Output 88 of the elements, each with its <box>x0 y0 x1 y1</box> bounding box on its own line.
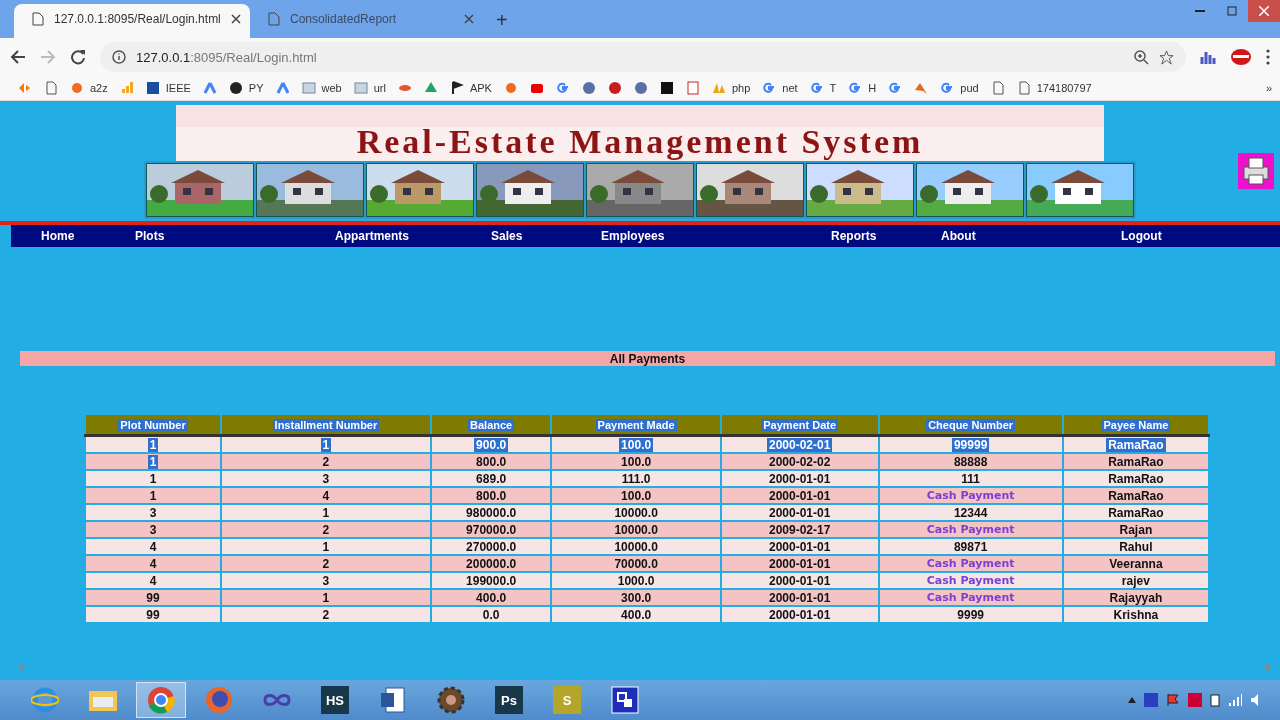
nav-link[interactable]: Logout <box>1121 229 1280 243</box>
section-title: All Payments <box>609 351 686 366</box>
document-icon <box>380 686 406 714</box>
g-icon <box>848 81 863 95</box>
e-icon <box>31 686 59 714</box>
nav-link[interactable]: Plots <box>135 229 335 243</box>
extension-icon[interactable] <box>1230 48 1252 66</box>
page-icon <box>44 81 58 95</box>
nav-link[interactable]: Reports <box>831 229 941 243</box>
bookmark[interactable]: APK <box>449 81 492 95</box>
info-icon <box>112 50 126 64</box>
g-icon <box>940 81 955 95</box>
chrome-icon <box>147 686 175 714</box>
bookmark[interactable]: net <box>762 81 798 95</box>
bookmark[interactable]: H <box>848 81 877 95</box>
infinity-icon <box>263 692 291 708</box>
more-bookmarks[interactable]: » <box>1265 82 1272 94</box>
page-icon <box>1016 81 1031 95</box>
caret-icon[interactable] <box>1128 697 1136 703</box>
new-tab-button[interactable]: + <box>486 9 518 38</box>
diamond-icon <box>18 81 32 95</box>
gear-icon <box>437 686 465 714</box>
star-icon[interactable] <box>1159 49 1174 65</box>
play-icon <box>529 81 544 95</box>
bookmark[interactable]: 174180797 <box>1016 81 1092 95</box>
signal-icon[interactable] <box>1228 693 1242 707</box>
nav-link[interactable]: Home <box>41 229 135 243</box>
window-icon <box>353 81 368 95</box>
taskbar-app[interactable] <box>136 682 186 718</box>
column-header: Payee Name <box>1062 414 1209 436</box>
close-icon[interactable] <box>464 14 474 24</box>
column-header: Payment Made <box>551 414 721 436</box>
page-icon <box>990 81 1005 95</box>
bookmark[interactable]: pud <box>940 81 979 95</box>
nav-link[interactable]: Sales <box>491 229 601 243</box>
bookmark[interactable]: a2z <box>70 81 108 95</box>
g-icon <box>888 81 903 95</box>
bookmark[interactable]: php <box>711 81 751 95</box>
window-icon <box>611 686 639 714</box>
address-bar[interactable]: 127.0.0.1:8095/Real/Login.html <box>100 42 1186 72</box>
bar-chart-icon[interactable] <box>1200 49 1216 65</box>
close-button[interactable] <box>1248 0 1280 22</box>
column-header: Cheque Number <box>878 414 1063 436</box>
bookmark[interactable]: PY <box>228 81 264 95</box>
browser-tab[interactable]: ConsolidatedReport <box>250 4 486 38</box>
taskbar-app[interactable]: Ps <box>484 682 534 718</box>
taskbar-app[interactable]: HS <box>310 682 360 718</box>
nav-link[interactable]: About <box>941 229 1121 243</box>
zoom-icon[interactable] <box>1134 49 1149 65</box>
column-header: Payment Date <box>720 414 879 436</box>
square-icon <box>659 81 674 95</box>
close-icon <box>1259 6 1269 16</box>
sail-icon <box>711 81 726 95</box>
minimize-icon <box>1195 10 1205 12</box>
menu-icon[interactable] <box>1266 49 1270 65</box>
window-icon <box>301 81 316 95</box>
bookmark[interactable]: web <box>301 81 342 95</box>
printer-icon <box>1240 155 1272 187</box>
maximize-icon <box>1227 6 1237 16</box>
print-button[interactable] <box>1238 153 1274 189</box>
banner-title: Real-Estate Management System <box>176 105 1104 161</box>
folder-icon <box>89 688 117 712</box>
reload-icon[interactable] <box>70 49 86 65</box>
flag-icon[interactable] <box>1166 693 1180 707</box>
bar-chart-icon <box>119 81 134 95</box>
battery-icon[interactable] <box>1210 693 1220 707</box>
bookmark[interactable]: url <box>353 81 386 95</box>
fox-icon <box>205 686 233 714</box>
g-icon <box>555 81 570 95</box>
close-icon[interactable] <box>230 14 241 24</box>
nav-link[interactable]: Appartments <box>335 229 491 243</box>
peak-icon <box>914 81 929 95</box>
column-header: Installment Number <box>221 414 431 436</box>
back-icon[interactable] <box>10 49 26 65</box>
g-icon <box>762 81 777 95</box>
browser-tab[interactable]: 127.0.0.1:8095/Real/Login.html <box>14 4 250 38</box>
column-header: Balance <box>430 414 552 436</box>
bookmark[interactable] <box>659 81 674 95</box>
bookmark[interactable]: IEEE <box>145 81 191 95</box>
page-icon <box>32 12 44 26</box>
nav-link[interactable]: Employees <box>601 229 831 243</box>
page-icon <box>268 12 280 26</box>
square-icon <box>145 81 160 95</box>
bookmark[interactable]: T <box>809 81 837 95</box>
column-header: Plot Number <box>85 414 222 436</box>
flag-icon <box>449 81 464 95</box>
g-icon <box>809 81 824 95</box>
circle-icon <box>607 81 622 95</box>
